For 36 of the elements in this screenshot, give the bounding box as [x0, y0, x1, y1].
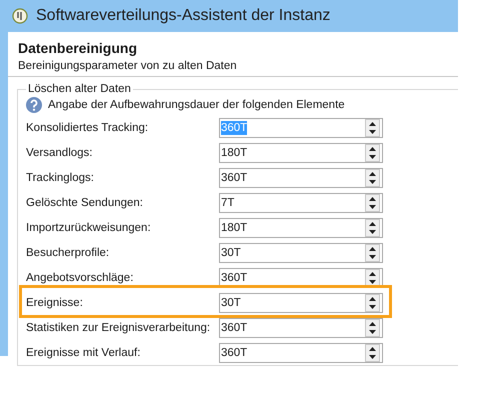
field-label: Versandlogs:: [26, 146, 94, 158]
field-label: Trackinglogs:: [26, 172, 95, 184]
field-label: Importzurückweisungen:: [26, 222, 152, 234]
input-field[interactable]: 7T: [219, 192, 383, 212]
spin-buttons[interactable]: [365, 244, 380, 262]
app-icon: [12, 8, 28, 24]
window-title: Softwareverteilungs-Assistent der Instanz: [36, 7, 330, 25]
spin-buttons[interactable]: [365, 318, 380, 336]
input-field[interactable]: 360T: [219, 318, 383, 338]
spin-buttons[interactable]: [365, 194, 380, 212]
input-field[interactable]: 180T: [219, 218, 383, 238]
spin-buttons[interactable]: [365, 294, 380, 312]
input-field[interactable]: 360T: [219, 342, 383, 362]
input-field[interactable]: 180T: [219, 142, 383, 162]
spin-buttons[interactable]: [365, 144, 380, 162]
input-field[interactable]: 30T: [219, 242, 383, 262]
field-label: Gelöschte Sendungen:: [26, 196, 144, 208]
field-label: Konsolidiertes Tracking:: [26, 122, 150, 134]
help-icon: [26, 97, 42, 113]
field-label: Angebotsvorschläge:: [26, 272, 134, 284]
spin-buttons[interactable]: [365, 218, 380, 236]
spin-buttons[interactable]: [365, 344, 380, 362]
spin-buttons[interactable]: [365, 118, 380, 136]
field-label: Besucherprofile:: [26, 246, 110, 258]
field-label: Statistiken zur Ereignisverarbeitung:: [26, 322, 212, 334]
spin-buttons[interactable]: [365, 268, 380, 286]
input-field[interactable]: 360T: [219, 268, 383, 288]
page-subtitle: Bereinigungsparameter von zu alten Daten: [18, 60, 238, 72]
field-label: Ereignisse mit Verlauf:: [26, 346, 142, 358]
field-label: Ereignisse:: [26, 296, 84, 308]
input-field[interactable]: 360T: [219, 168, 383, 188]
hint-text: Angabe der Aufbewahrungsdauer der folgenden Elemente: [48, 99, 345, 111]
input-field[interactable]: 30T: [219, 292, 383, 312]
page-title: Datenbereinigung: [18, 40, 138, 56]
group-title: Löschen alter Daten: [27, 83, 132, 95]
spin-buttons[interactable]: [365, 168, 380, 186]
